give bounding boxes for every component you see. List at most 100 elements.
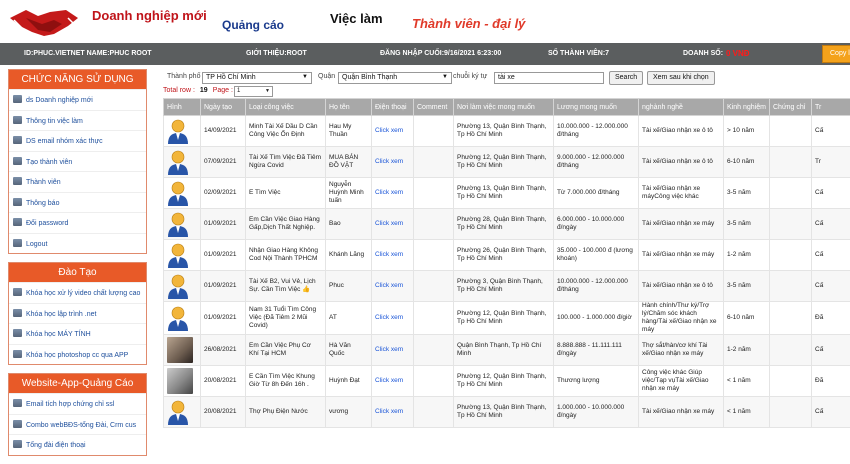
sidebar-item-email-groups[interactable]: DS email nhóm xác thực bbox=[9, 130, 146, 151]
col-comment[interactable]: Comment bbox=[414, 99, 454, 116]
keyword-input[interactable]: tài xe bbox=[494, 72, 604, 84]
sidebar-item-computer-course[interactable]: Khóa học MÁY TÍNH bbox=[9, 323, 146, 344]
col-full-name[interactable]: Họ tên bbox=[326, 99, 372, 116]
certificate bbox=[770, 240, 812, 271]
page-select[interactable]: 1▼ bbox=[234, 86, 273, 97]
col-career[interactable]: nghành nghề bbox=[639, 99, 724, 116]
user-avatar-icon bbox=[167, 305, 189, 331]
list-icon bbox=[13, 157, 22, 165]
functions-panel: CHỨC NĂNG SỬ DỤNG ds Doanh nghiệp mới Th… bbox=[8, 69, 147, 254]
col-certificate[interactable]: Chứng chỉ bbox=[770, 99, 812, 116]
comment bbox=[414, 178, 454, 209]
desired-salary: 9.000.000 - 12.000.000 đ/tháng bbox=[554, 147, 639, 178]
full-name: vương bbox=[326, 397, 372, 428]
sidebar: CHỨC NĂNG SỬ DỤNG ds Doanh nghiệp mới Th… bbox=[8, 69, 147, 464]
phone-link[interactable]: Click xem bbox=[372, 302, 414, 335]
full-name: Hau My Thuần bbox=[326, 116, 372, 147]
desired-salary: Thương lượng bbox=[554, 366, 639, 397]
sidebar-item-create-member[interactable]: Tạo thành viên bbox=[9, 151, 146, 172]
phone-link[interactable]: Click xem bbox=[372, 397, 414, 428]
table-row[interactable]: 07/09/2021Tài Xế Tìm Việc Đã Tiêm Ngừa C… bbox=[164, 147, 850, 178]
sidebar-item-new-business[interactable]: ds Doanh nghiệp mới bbox=[9, 89, 146, 110]
col-status[interactable]: Tr bbox=[812, 99, 850, 116]
job-type: Tài Xế B2, Vui Vẻ, Lịch Sự. Cần Tìm Việc… bbox=[246, 271, 326, 302]
table-row[interactable]: 26/08/2021Em Cần Việc Phụ Cơ Khí Tại HCM… bbox=[164, 335, 850, 366]
user-avatar-icon bbox=[167, 211, 189, 237]
phone-link[interactable]: Click xem bbox=[372, 178, 414, 209]
col-desired-salary[interactable]: Lương mong muốn bbox=[554, 99, 639, 116]
desired-location: Phường 12, Quận Bình Thạnh, Tp Hồ Chí Mi… bbox=[454, 366, 554, 397]
chevron-down-icon: ▼ bbox=[302, 74, 308, 80]
table-row[interactable]: 02/09/2021E Tìm ViệcNguyễn Huỳnh Minh tu… bbox=[164, 178, 850, 209]
col-desired-location[interactable]: Nơi làm việc mong muốn bbox=[454, 99, 554, 116]
copy-button[interactable]: Copy l bbox=[822, 45, 850, 63]
col-created-date[interactable]: Ngày tạo bbox=[201, 99, 246, 116]
career: Tài xế/Giao nhận xe máyCông việc khác bbox=[639, 178, 724, 209]
sidebar-item-logout[interactable]: Logout bbox=[9, 233, 146, 254]
sidebar-item-phone-switchboard[interactable]: Tổng đài điện thoại bbox=[9, 434, 146, 455]
sidebar-item-photoshop-course[interactable]: Khóa học photoshop cc qua APP bbox=[9, 344, 146, 365]
table-row[interactable]: 01/09/2021Tài Xế B2, Vui Vẻ, Lịch Sự. Cầ… bbox=[164, 271, 850, 302]
full-name: AT bbox=[326, 302, 372, 335]
col-job-type[interactable]: Loại công việc bbox=[246, 99, 326, 116]
phone-link[interactable]: Click xem bbox=[372, 366, 414, 397]
avatar bbox=[167, 337, 193, 363]
full-name: Huỳnh Đạt bbox=[326, 366, 372, 397]
panel-title: Đào Tạo bbox=[9, 263, 146, 282]
nav-new-business[interactable]: Doanh nghiệp mới bbox=[92, 8, 207, 23]
status: Cấ bbox=[812, 240, 850, 271]
keyword-label: chuỗi ký tự bbox=[453, 73, 487, 80]
nav-jobs[interactable]: Việc làm bbox=[330, 11, 383, 26]
nav-members-agents[interactable]: Thành viên - đại lý bbox=[412, 16, 525, 31]
phone-link[interactable]: Click xem bbox=[372, 240, 414, 271]
col-phone[interactable]: Điện thoại bbox=[372, 99, 414, 116]
view-later-button[interactable]: Xem sau khi chọn bbox=[647, 71, 715, 85]
nav-advertising[interactable]: Quảng cáo bbox=[222, 18, 284, 32]
sidebar-item-members[interactable]: Thành viên bbox=[9, 171, 146, 192]
job-type: Minh Tài Xế Dầu D Cần Công Việc Ổn Định bbox=[246, 116, 326, 147]
table-row[interactable]: 20/08/2021E Cần Tìm Việc Khung Giờ Từ 8h… bbox=[164, 366, 850, 397]
certificate bbox=[770, 147, 812, 178]
phone-link[interactable]: Click xem bbox=[372, 271, 414, 302]
full-name: Phuc bbox=[326, 271, 372, 302]
job-type: Nhận Giao Hàng Không Cod Nội Thành TPHCM bbox=[246, 240, 326, 271]
handshake-logo-icon[interactable] bbox=[8, 4, 80, 40]
training-panel: Đào Tạo Khóa học xử lý video chất lượng … bbox=[8, 262, 147, 365]
col-experience[interactable]: Kinh nghiệm bbox=[724, 99, 770, 116]
last-login: ĐĂNG NHẬP CUỐI:9/16/2021 6:23:00 bbox=[380, 50, 501, 57]
sidebar-item-change-password[interactable]: Đổi password bbox=[9, 212, 146, 233]
phone-link[interactable]: Click xem bbox=[372, 335, 414, 366]
sidebar-item-combo-web[interactable]: Combo webBĐS-tổng Đài, Crm cus bbox=[9, 414, 146, 435]
career: Tài xế/Giao nhận xe máy bbox=[639, 240, 724, 271]
desired-salary: 10.000.000 - 12.000.000 đ/tháng bbox=[554, 116, 639, 147]
search-button[interactable]: Search bbox=[609, 71, 643, 85]
sidebar-item-job-info[interactable]: Thông tin việc làm bbox=[9, 110, 146, 131]
phone-link[interactable]: Click xem bbox=[372, 209, 414, 240]
phone-link[interactable]: Click xem bbox=[372, 116, 414, 147]
table-row[interactable]: 01/09/2021Nam 31 Tuổi Tìm Công Việc (Đã … bbox=[164, 302, 850, 335]
desired-location: Phường 13, Quận Bình Thạnh, Tp Hồ Chí Mi… bbox=[454, 397, 554, 428]
city-select[interactable]: TP Hồ Chí Minh▼ bbox=[202, 72, 312, 84]
desired-location: Phường 12, Quận Bình Thạnh, Tp Hồ Chí Mi… bbox=[454, 302, 554, 335]
desired-salary: 6.000.000 - 10.000.000 đ/ngày bbox=[554, 209, 639, 240]
sidebar-item-video-course[interactable]: Khóa học xử lý video chất lượng cao bbox=[9, 282, 146, 303]
avatar bbox=[167, 368, 193, 394]
phone-link[interactable]: Click xem bbox=[372, 147, 414, 178]
list-icon bbox=[13, 309, 22, 317]
revenue-value: 0 VNĐ bbox=[726, 49, 750, 58]
table-row[interactable]: 14/09/2021Minh Tài Xế Dầu D Cần Công Việ… bbox=[164, 116, 850, 147]
table-row[interactable]: 01/09/2021Em Cần Việc Giao Hàng Gấp,Dịch… bbox=[164, 209, 850, 240]
desired-location: Phường 13, Quận Bình Thạnh, Tp Hồ Chí Mi… bbox=[454, 178, 554, 209]
status: Cấ bbox=[812, 335, 850, 366]
district-select[interactable]: Quận Bình Thạnh▼ bbox=[338, 72, 452, 84]
table-row[interactable]: 01/09/2021Nhận Giao Hàng Không Cod Nội T… bbox=[164, 240, 850, 271]
col-image[interactable]: Hình bbox=[164, 99, 201, 116]
total-row-count: 19 bbox=[200, 87, 208, 94]
table-row[interactable]: 20/08/2021Thợ Phụ Điện NướcvươngClick xe… bbox=[164, 397, 850, 428]
sidebar-item-ssl-email[interactable]: Email tích hợp chứng chỉ ssl bbox=[9, 393, 146, 414]
table-header-row: Hình Ngày tạo Loại công việc Họ tên Điện… bbox=[164, 99, 850, 116]
list-icon bbox=[13, 177, 22, 185]
sidebar-item-notifications[interactable]: Thông báo bbox=[9, 192, 146, 213]
full-name: Bao bbox=[326, 209, 372, 240]
sidebar-item-dotnet-course[interactable]: Khóa học lập trình .net bbox=[9, 303, 146, 324]
